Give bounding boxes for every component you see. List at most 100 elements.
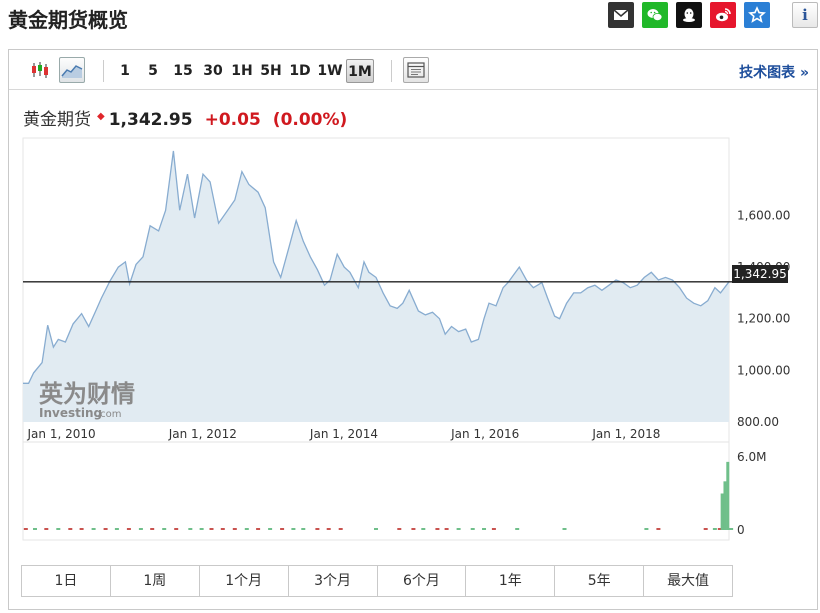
volume-bar	[114, 528, 119, 530]
volume-bar	[220, 528, 225, 530]
volume-bar	[188, 528, 193, 530]
y-tick-label: 800.00	[737, 415, 779, 429]
volume-bar	[91, 528, 96, 530]
period-30[interactable]: 30	[201, 59, 225, 83]
share-bar	[608, 2, 778, 28]
chart-toolbar: 1 5 15 30 1H 5H 1D 1W 1M 技术图表 »	[9, 50, 817, 90]
time-range-selector: 1日 1周 1个月 3个月 6个月 1年 5年 最大值	[21, 565, 733, 597]
watermark-text: 英为财情	[39, 380, 135, 408]
volume-bar	[712, 528, 717, 530]
x-tick-label: Jan 1, 2010	[27, 427, 96, 441]
volume-bar	[482, 528, 487, 530]
qq-share-button[interactable]	[676, 2, 702, 28]
range-3m[interactable]: 3个月	[289, 566, 378, 596]
volume-bar	[515, 528, 520, 530]
volume-bar	[338, 528, 343, 530]
last-price: 1,342.95	[108, 110, 193, 130]
period-1w[interactable]: 1W	[317, 59, 343, 83]
volume-bar	[723, 481, 727, 530]
volume-bar	[491, 528, 496, 530]
period-1d[interactable]: 1D	[288, 59, 312, 83]
range-1w[interactable]: 1周	[111, 566, 200, 596]
up-arrow-icon: ◆	[97, 111, 105, 122]
weibo-icon	[716, 8, 731, 22]
email-share-button[interactable]	[608, 2, 634, 28]
volume-bar	[68, 528, 73, 530]
investing-watermark: 英为财情 Investing .com	[39, 380, 135, 420]
technical-chart-link[interactable]: 技术图表 »	[739, 62, 809, 82]
wechat-share-button[interactable]	[642, 2, 668, 28]
quote-header: 黄金期货 ◆ 1,342.95 +0.05 (0.00%)	[23, 105, 347, 130]
instrument-name: 黄金期货	[23, 110, 91, 130]
toolbar-divider	[391, 60, 392, 82]
volume-bar	[103, 528, 108, 530]
volume-bar	[174, 528, 179, 530]
chart-widget: 1 5 15 30 1H 5H 1D 1W 1M 技术图表 » 黄金期货 ◆ 1…	[8, 49, 818, 610]
info-button[interactable]: i	[792, 2, 818, 28]
range-max[interactable]: 最大值	[644, 566, 732, 596]
volume-tick-label: 6.0M	[737, 450, 766, 464]
x-tick-label: Jan 1, 2012	[168, 427, 237, 441]
volume-bar	[435, 528, 440, 530]
price-chart[interactable]: 英为财情 Investing .com 1,600.001,400.001,20…	[9, 132, 817, 552]
candlestick-icon	[32, 62, 48, 78]
volume-bar	[44, 528, 49, 530]
price-change: +0.05	[204, 110, 261, 130]
range-5y[interactable]: 5年	[555, 566, 645, 596]
volume-bar	[656, 528, 661, 530]
volume-bar	[256, 528, 261, 530]
volume-bar	[444, 528, 449, 530]
current-price-tag: 1,342.95	[732, 265, 788, 283]
chart-settings-button[interactable]	[403, 57, 429, 83]
volume-bar	[268, 528, 273, 530]
range-1d[interactable]: 1日	[22, 566, 111, 596]
panel-icon	[407, 62, 425, 78]
area-chart-icon	[61, 65, 83, 78]
price-change-percent: (0.00%)	[272, 110, 348, 130]
volume-bar	[138, 528, 143, 530]
period-1m[interactable]: 1M	[346, 59, 374, 83]
candlestick-chart-button[interactable]	[27, 57, 53, 83]
volume-bar	[726, 461, 730, 530]
volume-bar	[374, 528, 378, 530]
y-tick-label: 1,200.00	[737, 312, 790, 326]
period-1[interactable]: 1	[116, 59, 134, 83]
x-tick-label: Jan 1, 2014	[309, 427, 378, 441]
info-icon: i	[802, 6, 808, 24]
watermark-brand: Investing	[39, 406, 102, 420]
volume-bar	[326, 528, 331, 530]
period-5h[interactable]: 5H	[259, 59, 283, 83]
page-title: 黄金期货概览	[8, 8, 128, 32]
volume-bar	[729, 528, 734, 530]
volume-bar	[280, 528, 285, 530]
period-1h[interactable]: 1H	[230, 59, 254, 83]
volume-bar	[397, 528, 402, 530]
weibo-share-button[interactable]	[710, 2, 736, 28]
volume-bar	[291, 528, 296, 530]
volume-bar	[562, 528, 567, 530]
range-6m[interactable]: 6个月	[378, 566, 467, 596]
volume-tick-label: 0	[737, 523, 745, 537]
volume-bar	[644, 528, 649, 530]
area-chart-button[interactable]	[59, 57, 85, 83]
volume-bar	[232, 528, 237, 530]
range-1m[interactable]: 1个月	[200, 566, 289, 596]
favorite-button[interactable]	[744, 2, 770, 28]
volume-bar	[703, 528, 708, 530]
volume-bar	[209, 528, 214, 530]
x-tick-label: Jan 1, 2018	[591, 427, 660, 441]
volume-bar	[56, 528, 61, 530]
x-tick-label: Jan 1, 2016	[450, 427, 519, 441]
qq-icon	[683, 8, 695, 22]
volume-bar	[33, 528, 38, 530]
toolbar-divider	[103, 60, 104, 82]
period-5[interactable]: 5	[144, 59, 162, 83]
volume-bar	[162, 528, 167, 530]
volume-bar	[470, 528, 475, 530]
range-1y[interactable]: 1年	[466, 566, 556, 596]
volume-bar	[301, 528, 306, 530]
volume-bar	[411, 528, 416, 530]
volume-bar	[720, 493, 724, 530]
mail-icon	[613, 9, 629, 20]
period-15[interactable]: 15	[171, 59, 195, 83]
